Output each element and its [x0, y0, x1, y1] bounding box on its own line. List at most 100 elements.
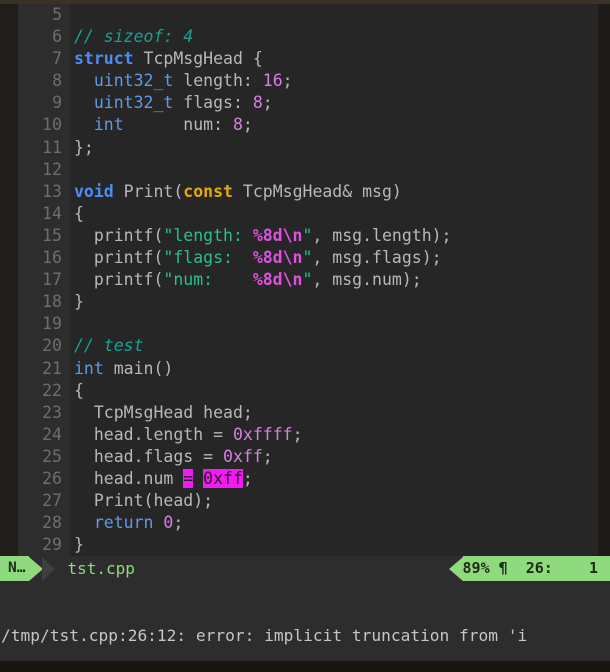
code-token: ;: [243, 469, 253, 488]
line-number: 27: [18, 490, 70, 512]
line-number: 9: [18, 92, 70, 114]
code-token: ;: [263, 447, 273, 466]
code-token: printf(: [74, 248, 163, 267]
code-line[interactable]: 14{: [0, 203, 610, 225]
status-file-name: tst.cpp: [67, 559, 134, 578]
code-line-text: printf("flags: %8d\n", msg.flags);: [70, 247, 610, 269]
status-position-info: 89% ¶ 26: 1: [463, 556, 610, 581]
code-token: ;: [283, 71, 293, 90]
code-token: int: [74, 359, 104, 378]
code-line-text: return 0;: [70, 512, 610, 534]
line-number: 15: [18, 225, 70, 247]
code-token: ": [302, 248, 312, 267]
code-token: printf(: [74, 270, 163, 289]
editor-right-margin: [598, 4, 610, 556]
code-line[interactable]: 25 head.flags = 0xff;: [0, 446, 610, 468]
code-editor[interactable]: 56// sizeof: 47struct TcpMsgHead {8 uint…: [0, 4, 610, 556]
code-token: 0xff: [223, 447, 263, 466]
code-token: [74, 115, 94, 134]
code-token: 8: [253, 93, 263, 112]
code-token: ;: [173, 513, 183, 532]
code-token: %8d\n: [253, 270, 303, 289]
code-token: 16: [263, 71, 283, 90]
code-line[interactable]: 20// test: [0, 335, 610, 357]
line-number: 6: [18, 26, 70, 48]
line-number: 16: [18, 247, 70, 269]
terminal-window: 56// sizeof: 47struct TcpMsgHead {8 uint…: [0, 0, 610, 672]
code-line[interactable]: 17 printf("num: %8d\n", msg.num);: [0, 269, 610, 291]
code-line[interactable]: 21int main(): [0, 358, 610, 380]
code-token: // test: [74, 336, 144, 355]
code-token: [153, 513, 163, 532]
line-number: 25: [18, 446, 70, 468]
code-token: TcpMsgHead head;: [74, 403, 253, 422]
line-number: 26: [18, 468, 70, 490]
code-token: ;: [293, 425, 303, 444]
code-line-text: void Print(const TcpMsgHead& msg): [70, 181, 610, 203]
code-line[interactable]: 5: [0, 4, 610, 26]
code-token: // sizeof: 4: [74, 27, 193, 46]
code-line[interactable]: 15 printf("length: %8d\n", msg.length);: [0, 225, 610, 247]
code-line[interactable]: 12: [0, 159, 610, 181]
code-line-text: {: [70, 203, 610, 225]
code-line[interactable]: 27 Print(head);: [0, 490, 610, 512]
code-line[interactable]: 23 TcpMsgHead head;: [0, 402, 610, 424]
line-number: 18: [18, 291, 70, 313]
code-line[interactable]: 18}: [0, 291, 610, 313]
code-token: , msg.num);: [312, 270, 421, 289]
line-number: 11: [18, 137, 70, 159]
code-line-text: // sizeof: 4: [70, 26, 610, 48]
code-line[interactable]: 24 head.length = 0xffff;: [0, 424, 610, 446]
code-line[interactable]: 11};: [0, 137, 610, 159]
status-right-arrow-icon: [449, 557, 463, 581]
code-token: };: [74, 138, 94, 157]
editor-left-margin: [0, 4, 18, 556]
code-line[interactable]: 29}: [0, 534, 610, 556]
code-token: length:: [173, 71, 262, 90]
code-token: [74, 71, 94, 90]
code-token: TcpMsgHead {: [134, 49, 263, 68]
code-token: flags:: [173, 93, 252, 112]
code-token: [74, 513, 94, 532]
code-line[interactable]: 28 return 0;: [0, 512, 610, 534]
code-line[interactable]: 8 uint32_t length: 16;: [0, 70, 610, 92]
code-line[interactable]: 10 int num: 8;: [0, 114, 610, 136]
code-token: TcpMsgHead& msg): [233, 182, 402, 201]
code-token: uint32_t: [94, 71, 173, 90]
code-line-text: head.length = 0xffff;: [70, 424, 610, 446]
code-line[interactable]: 22{: [0, 380, 610, 402]
code-line-text: int main(): [70, 358, 610, 380]
code-token: void: [74, 182, 114, 201]
code-token: "flags:: [163, 248, 252, 267]
code-line-text: Print(head);: [70, 490, 610, 512]
code-token: const: [183, 182, 233, 201]
code-line-text: uint32_t flags: 8;: [70, 92, 610, 114]
mode-badge-arrow-icon: [29, 557, 43, 581]
code-line-text: head.num = 0xff;: [70, 468, 610, 490]
code-line-text: int num: 8;: [70, 114, 610, 136]
code-token: head.length =: [74, 425, 233, 444]
code-token: [193, 469, 203, 488]
code-line[interactable]: 6// sizeof: 4: [0, 26, 610, 48]
code-token: head.num: [74, 469, 183, 488]
code-line-text: struct TcpMsgHead {: [70, 48, 610, 70]
line-number: 21: [18, 358, 70, 380]
line-number: 10: [18, 114, 70, 136]
code-token: num:: [124, 115, 233, 134]
code-token: printf(: [74, 226, 163, 245]
code-token: , msg.length);: [312, 226, 451, 245]
code-line[interactable]: 13void Print(const TcpMsgHead& msg): [0, 181, 610, 203]
mode-badge[interactable]: N…: [0, 556, 29, 581]
code-line-text: }: [70, 534, 610, 556]
code-line[interactable]: 7struct TcpMsgHead {: [0, 48, 610, 70]
line-number: 7: [18, 48, 70, 70]
code-line[interactable]: E>26 head.num = 0xff;: [0, 468, 610, 490]
line-number: 19: [18, 313, 70, 335]
code-line[interactable]: 19: [0, 313, 610, 335]
code-token: struct: [74, 49, 134, 68]
code-line-text: uint32_t length: 16;: [70, 70, 610, 92]
code-line[interactable]: 9 uint32_t flags: 8;: [0, 92, 610, 114]
code-line[interactable]: 16 printf("flags: %8d\n", msg.flags);: [0, 247, 610, 269]
code-token: }: [74, 292, 84, 311]
line-number: 24: [18, 424, 70, 446]
